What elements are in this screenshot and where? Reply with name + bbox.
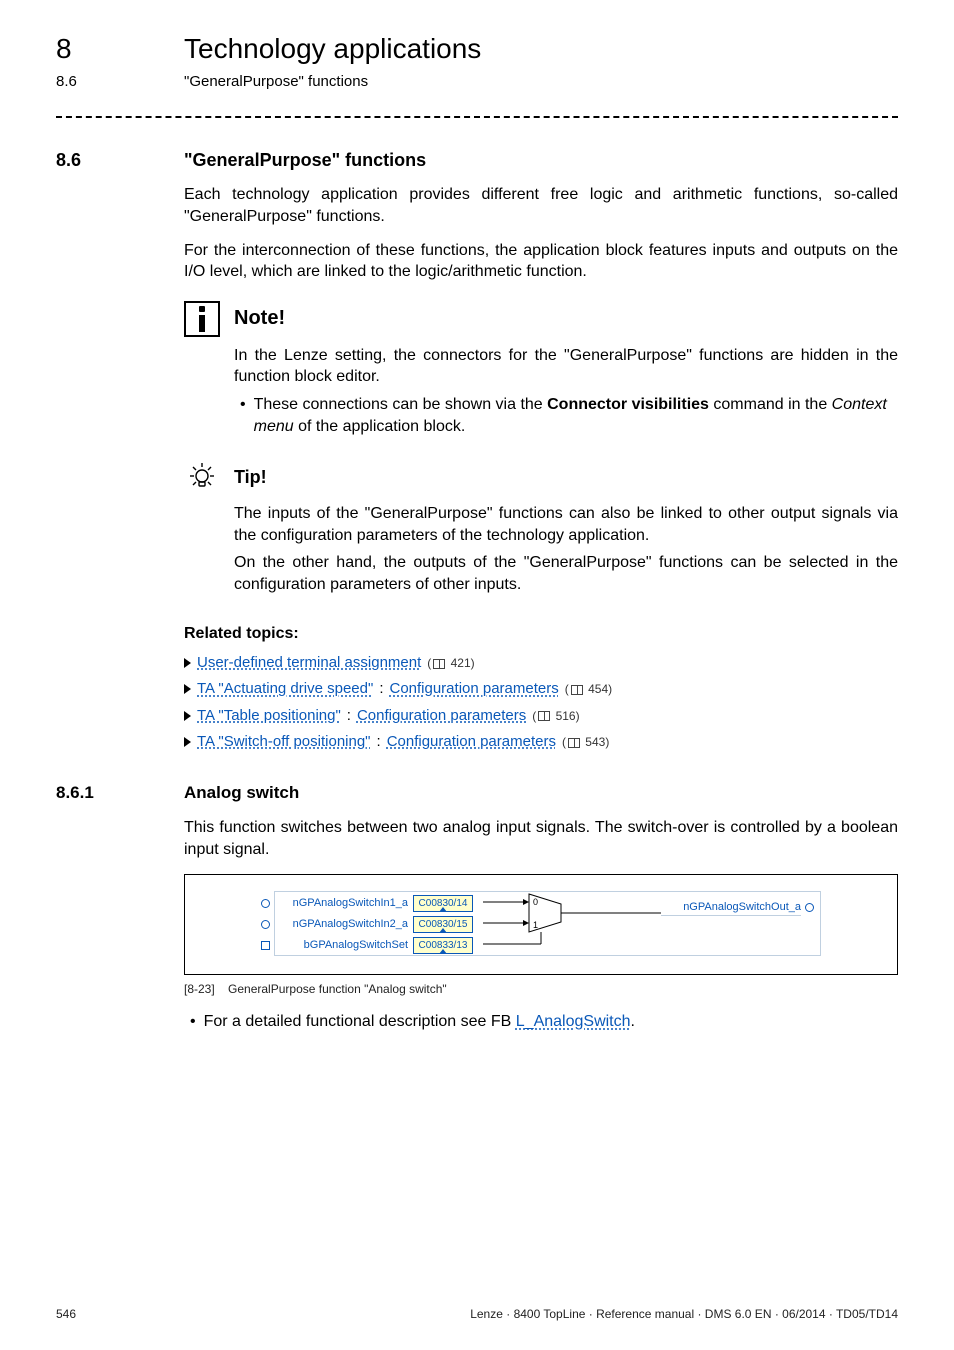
triangle-bullet-icon (184, 711, 191, 721)
body-paragraph: Each technology application provides dif… (184, 184, 898, 227)
mux-zero-label: 0 (533, 897, 538, 907)
related-sep: : (379, 679, 383, 699)
page-ref-number: 543 (585, 735, 605, 749)
tip-body-paragraph: On the other hand, the outputs of the "G… (234, 552, 898, 595)
bullet-dot-icon: • (240, 394, 246, 437)
figure-caption-text: GeneralPurpose function "Analog switch" (228, 982, 447, 996)
page-ref: ( 454) (565, 681, 612, 697)
signal-label-in1: nGPAnalogSwitchIn1_a (274, 896, 410, 911)
code-box-set: C00833/13 (413, 937, 473, 954)
mux-icon: 0 1 (483, 890, 663, 960)
note-block: Note! In the Lenze setting, the connecto… (184, 301, 898, 437)
related-sep: : (377, 732, 381, 752)
note-bullet-pre: These connections can be shown via the (254, 396, 548, 413)
related-link[interactable]: Configuration parameters (357, 706, 526, 726)
tip-block: Tip! The inputs of the "GeneralPurpose" … (184, 459, 898, 595)
figure-caption: [8-23] GeneralPurpose function "Analog s… (184, 981, 898, 997)
related-item: TA "Table positioning": Configuration pa… (184, 706, 898, 726)
signal-label-out: nGPAnalogSwitchOut_a (661, 900, 801, 916)
page-ref-number: 516 (556, 709, 576, 723)
triangle-bullet-icon (184, 658, 191, 668)
related-item: TA "Switch-off positioning": Configurati… (184, 732, 898, 752)
bullet-dot-icon: • (190, 1011, 196, 1033)
figure-frame: nGPAnalogSwitchIn1_a C00830/14 nGPAnalog… (184, 874, 898, 975)
rule-dashed (56, 116, 898, 118)
book-icon (433, 659, 445, 669)
related-sep: : (347, 706, 351, 726)
note-title: Note! (234, 305, 285, 332)
signal-label-set: bGPAnalogSwitchSet (274, 938, 410, 953)
related-link[interactable]: User-defined terminal assignment (197, 653, 421, 673)
tip-title: Tip! (234, 465, 267, 489)
related-link[interactable]: TA "Actuating drive speed" (197, 679, 373, 699)
chapter-number: 8 (56, 30, 136, 68)
book-icon (538, 711, 550, 721)
related-item: User-defined terminal assignment ( 421) (184, 653, 898, 673)
related-link[interactable]: TA "Switch-off positioning" (197, 732, 371, 752)
note-bullet: • These connections can be shown via the… (240, 394, 898, 437)
related-link[interactable]: Configuration parameters (389, 679, 558, 699)
related-topics-heading: Related topics: (184, 623, 898, 645)
page-ref: ( 543) (562, 734, 609, 750)
body-paragraph: For the interconnection of these functio… (184, 240, 898, 283)
input-port-icon (261, 899, 270, 908)
tip-body-paragraph: The inputs of the "GeneralPurpose" funct… (234, 503, 898, 546)
code-box-in2: C00830/15 (413, 916, 473, 933)
related-item: TA "Actuating drive speed": Configuratio… (184, 679, 898, 699)
book-icon (571, 685, 583, 695)
note-bullet-post: of the application block. (294, 418, 466, 435)
fb-ref-pre: For a detailed functional description se… (204, 1013, 516, 1030)
note-bullet-bold: Connector visibilities (547, 396, 709, 413)
page-ref: ( 516) (532, 708, 579, 724)
book-icon (568, 738, 580, 748)
related-link[interactable]: TA "Table positioning" (197, 706, 341, 726)
analog-switch-diagram: nGPAnalogSwitchIn1_a C00830/14 nGPAnalog… (261, 893, 821, 956)
triangle-bullet-icon (184, 684, 191, 694)
signal-label-in2: nGPAnalogSwitchIn2_a (274, 917, 410, 932)
related-link[interactable]: Configuration parameters (387, 732, 556, 752)
related-topics-list: User-defined terminal assignment ( 421) … (184, 653, 898, 752)
input-port-icon (261, 920, 270, 929)
page-ref-number: 421 (451, 656, 471, 670)
section-number-runhead: 8.6 (56, 72, 136, 92)
chapter-title: Technology applications (184, 30, 481, 68)
body-paragraph: This function switches between two analo… (184, 817, 898, 860)
mux-one-label: 1 (533, 920, 538, 930)
note-body-text: In the Lenze setting, the connectors for… (234, 345, 898, 388)
code-box-in1: C00830/14 (413, 895, 473, 912)
info-icon (184, 301, 220, 337)
triangle-bullet-icon (184, 737, 191, 747)
fb-link[interactable]: L_AnalogSwitch (516, 1013, 631, 1030)
page-ref-number: 454 (588, 682, 608, 696)
subsection-number: 8.6.1 (56, 782, 136, 805)
bool-port-icon (261, 941, 270, 950)
page-number: 546 (56, 1306, 76, 1322)
lightbulb-icon (184, 459, 220, 495)
section-title-runhead: "GeneralPurpose" functions (184, 72, 368, 92)
figure-id: [8-23] (184, 982, 215, 996)
section-heading: "GeneralPurpose" functions (184, 148, 426, 172)
page-ref: ( 421) (427, 655, 474, 671)
note-bullet-mid: command in the (709, 396, 832, 413)
subsection-heading: Analog switch (184, 782, 299, 805)
fb-ref-bullet: • For a detailed functional description … (190, 1011, 898, 1033)
fb-ref-post: . (631, 1013, 635, 1030)
section-number: 8.6 (56, 148, 136, 172)
doc-footer: Lenze · 8400 TopLine · Reference manual … (470, 1306, 898, 1322)
